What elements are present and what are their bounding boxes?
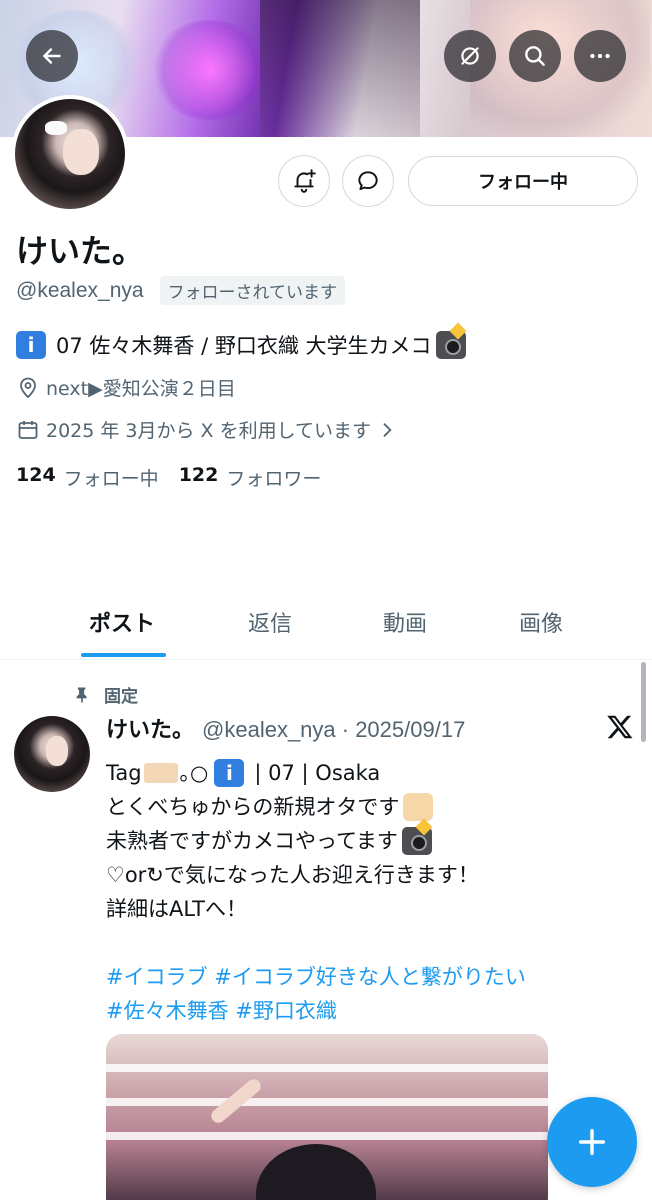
post-hashtags[interactable]: #佐々木舞香 #野口衣織 [106, 994, 337, 1028]
grok-icon [461, 47, 479, 65]
post-body: Tag ｡○ i | 07 | Osaka とくべちゅからの新規オタです 未熟者… [106, 756, 526, 1028]
back-button[interactable] [26, 30, 78, 82]
tab-posts[interactable]: ポスト [89, 606, 155, 638]
notify-button[interactable] [278, 155, 330, 207]
back-arrow-icon [43, 48, 61, 64]
profile-bio: i 07 佐々木舞香 / 野口衣織 大学生カメコ [16, 322, 476, 360]
profile-handle: @kealex_nya [16, 278, 144, 302]
joined-text: 2025 年 3月から X を利用しています [46, 420, 372, 442]
pin-icon [76, 687, 87, 702]
grok-button[interactable] [444, 30, 496, 82]
followers-count[interactable]: 122 [179, 464, 219, 491]
following-count[interactable]: 124 [16, 464, 56, 491]
location-pin-icon [20, 377, 36, 398]
more-button[interactable] [574, 30, 626, 82]
location-text: next▶愛知公演２日目 [46, 378, 236, 400]
info-emoji-icon: i [214, 759, 245, 787]
compose-button[interactable] [547, 1097, 637, 1187]
post-hashtags[interactable]: #イコラブ #イコラブ好きな人と繋がりたい [106, 960, 526, 994]
raised-hands-emoji-icon [403, 793, 434, 821]
calendar-icon [18, 420, 38, 439]
profile-tabs: ポスト 返信 動画 画像 [0, 598, 652, 660]
chevron-right-icon [383, 422, 392, 437]
following-button[interactable]: フォロー中 [408, 156, 638, 206]
tag-emoji-icon [143, 763, 178, 783]
profile-avatar[interactable] [11, 95, 129, 213]
active-tab-indicator [81, 653, 166, 657]
plus-icon [578, 1128, 606, 1156]
post-author-meta[interactable]: @kealex_nya · 2025/09/17 [202, 717, 465, 743]
follows-you-badge: フォローされています [159, 276, 346, 305]
follow-counts: 124 フォロー中 122 フォロワー [16, 464, 341, 491]
followers-label[interactable]: フォロワー [226, 464, 321, 491]
camera-flash-emoji-icon [401, 818, 433, 855]
pinned-label: 固定 [72, 682, 138, 707]
post-image[interactable] [106, 1034, 548, 1200]
bio-text: 07 佐々木舞香 / 野口衣織 大学生カメコ [56, 334, 432, 358]
post-author-avatar[interactable] [14, 716, 90, 792]
post-header: けいた。 @kealex_nya · 2025/09/17 [106, 712, 465, 744]
x-logo-icon [607, 715, 633, 739]
message-button[interactable] [342, 155, 394, 207]
tab-videos[interactable]: 動画 [383, 606, 427, 638]
tab-replies[interactable]: 返信 [248, 606, 292, 638]
profile-name: けいた。 [16, 232, 145, 270]
search-button[interactable] [509, 30, 561, 82]
search-icon [525, 46, 545, 66]
camera-flash-emoji-icon [435, 322, 466, 359]
scrollbar[interactable] [641, 662, 646, 742]
notify-bell-icon [294, 169, 316, 193]
message-icon [358, 171, 378, 191]
location-row: next▶愛知公演２日目 [16, 374, 236, 401]
joined-row[interactable]: 2025 年 3月から X を利用しています [16, 416, 403, 443]
following-label[interactable]: フォロー中 [64, 464, 159, 491]
info-emoji-icon: i [16, 331, 46, 359]
more-icon [590, 53, 610, 59]
tab-images[interactable]: 画像 [519, 606, 563, 638]
post-author-name[interactable]: けいた。 [106, 712, 194, 744]
